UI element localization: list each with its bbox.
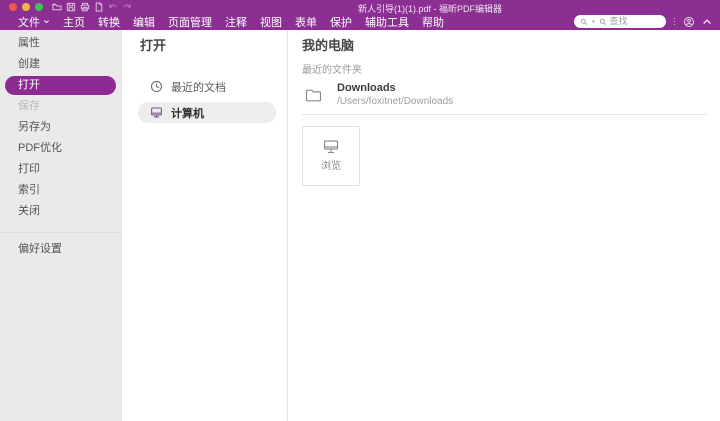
titlebar-top-row: 新人引导(1)(1).pdf - 福昕PDF编辑器 <box>0 0 720 13</box>
new-document-icon[interactable] <box>94 2 104 12</box>
save-icon[interactable] <box>66 2 76 12</box>
recent-folders-label: 最近的文件夹 <box>302 65 707 77</box>
menu-help[interactable]: 帮助 <box>422 14 444 30</box>
sidebar-item-open[interactable]: 打开 <box>5 76 116 95</box>
sidebar-item-close[interactable]: 关闭 <box>0 201 121 222</box>
sidebar-item-save: 保存 <box>0 96 121 117</box>
open-locations-list: 最近的文档 计算机 <box>122 76 287 123</box>
folder-name: Downloads <box>337 82 453 95</box>
sidebar-item-create[interactable]: 创建 <box>0 54 121 75</box>
open-panel-title: 打开 <box>122 38 287 53</box>
sidebar-item-index[interactable]: 索引 <box>0 180 121 201</box>
redo-icon[interactable] <box>122 2 132 12</box>
window-title: 新人引导(1)(1).pdf - 福昕PDF编辑器 <box>358 2 502 15</box>
folder-icon <box>305 87 322 103</box>
search-placeholder: 查找 <box>610 15 628 28</box>
file-sidebar: 属性 创建 打开 保存 另存为 PDF优化 打印 索引 关闭 偏好设置 <box>0 30 122 421</box>
undo-icon[interactable] <box>108 2 118 12</box>
account-icon[interactable] <box>683 16 695 28</box>
quick-access-toolbar <box>52 2 132 12</box>
menu-edit[interactable]: 编辑 <box>133 14 155 30</box>
zoom-window-button[interactable] <box>35 3 43 11</box>
open-row-label: 计算机 <box>171 105 204 121</box>
menu-home[interactable]: 主页 <box>63 14 85 30</box>
menubar: 文件 主页 转换 编辑 页面管理 注释 视图 表单 保护 辅助工具 帮助 <box>0 13 720 30</box>
menu-view[interactable]: 视图 <box>260 14 282 30</box>
print-icon[interactable] <box>80 2 90 12</box>
sidebar-divider <box>0 232 121 233</box>
open-row-label: 最近的文档 <box>171 79 226 95</box>
folder-info: Downloads /Users/foxitnet/Downloads <box>337 82 453 108</box>
browse-label: 浏览 <box>321 161 341 172</box>
sidebar-item-print[interactable]: 打印 <box>0 159 121 180</box>
computer-icon <box>150 106 163 119</box>
sidebar-item-properties[interactable]: 属性 <box>0 33 121 54</box>
menu-convert[interactable]: 转换 <box>98 14 120 30</box>
menu-protect[interactable]: 保护 <box>330 14 352 30</box>
menu-page-management[interactable]: 页面管理 <box>168 14 212 30</box>
folder-path: /Users/foxitnet/Downloads <box>337 96 453 108</box>
search-options-icon[interactable] <box>580 18 588 26</box>
menu-accessibility[interactable]: 辅助工具 <box>365 14 409 30</box>
menu-file[interactable]: 文件 <box>18 14 50 30</box>
menu-file-label: 文件 <box>18 14 40 30</box>
recent-folder-row-downloads[interactable]: Downloads /Users/foxitnet/Downloads <box>302 80 707 115</box>
more-options-icon[interactable] <box>672 18 678 26</box>
sidebar-item-preferences[interactable]: 偏好设置 <box>0 239 121 260</box>
browse-button[interactable]: 浏览 <box>302 126 360 186</box>
open-panel: 打开 最近的文档 计算机 <box>122 30 288 421</box>
caret-down-icon[interactable] <box>591 19 596 24</box>
titlebar-right-cluster: 查找 <box>574 15 714 28</box>
search-input[interactable]: 查找 <box>574 15 666 28</box>
open-folder-icon[interactable] <box>52 2 62 12</box>
traffic-lights <box>9 3 43 11</box>
monitor-icon <box>323 140 339 154</box>
chevron-down-icon <box>43 18 50 25</box>
computer-panel-title: 我的电脑 <box>302 38 707 53</box>
open-row-computer[interactable]: 计算机 <box>138 102 276 123</box>
search-icon <box>599 18 607 26</box>
open-row-recent-documents[interactable]: 最近的文档 <box>138 76 276 97</box>
clock-icon <box>150 80 163 93</box>
close-window-button[interactable] <box>9 3 17 11</box>
my-computer-panel: 我的电脑 最近的文件夹 Downloads /Users/foxitnet/Do… <box>288 30 720 421</box>
titlebar: 新人引导(1)(1).pdf - 福昕PDF编辑器 文件 主页 转换 编辑 页面… <box>0 0 720 30</box>
minimize-window-button[interactable] <box>22 3 30 11</box>
sidebar-item-pdf-optimize[interactable]: PDF优化 <box>0 138 121 159</box>
app-window: 新人引导(1)(1).pdf - 福昕PDF编辑器 文件 主页 转换 编辑 页面… <box>0 0 720 421</box>
collapse-toolbar-icon[interactable] <box>701 16 713 28</box>
menu-comment[interactable]: 注释 <box>225 14 247 30</box>
menu-items: 文件 主页 转换 编辑 页面管理 注释 视图 表单 保护 辅助工具 帮助 <box>18 14 444 30</box>
menu-form[interactable]: 表单 <box>295 14 317 30</box>
sidebar-item-save-as[interactable]: 另存为 <box>0 117 121 138</box>
backstage-view: 属性 创建 打开 保存 另存为 PDF优化 打印 索引 关闭 偏好设置 打开 最… <box>0 30 720 421</box>
